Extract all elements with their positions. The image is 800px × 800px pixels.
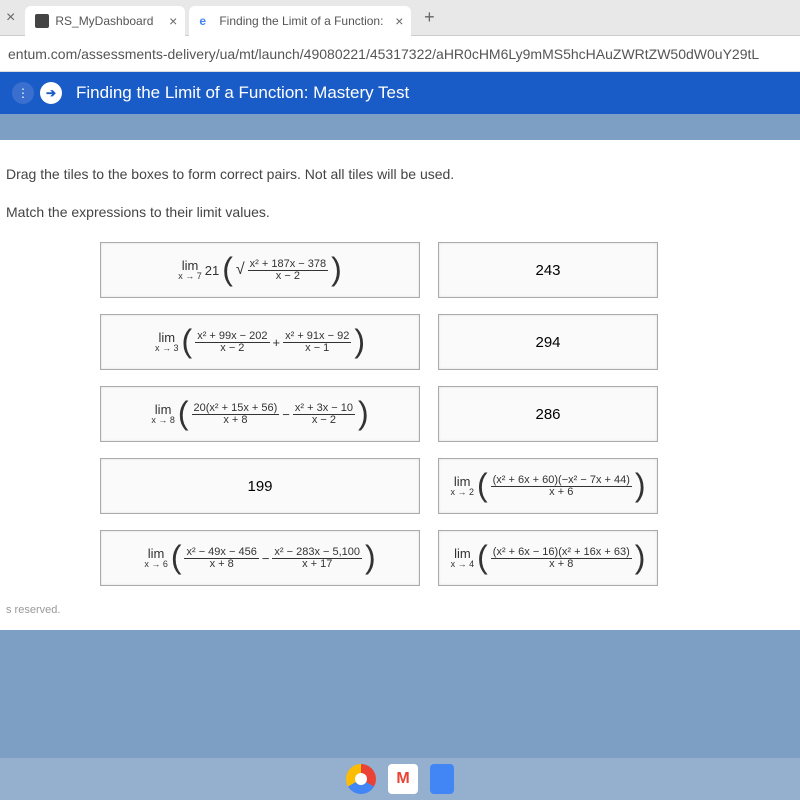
tile-row: limx → 6 ( x² − 49x − 456x + 8 − x² − 28… bbox=[20, 530, 780, 586]
url-text: entum.com/assessments-delivery/ua/mt/lau… bbox=[8, 46, 759, 62]
expression-tile[interactable]: limx → 4 ( (x² + 6x − 16)(x² + 16x + 63)… bbox=[438, 530, 658, 586]
chrome-icon[interactable] bbox=[346, 764, 376, 794]
header-nav-icon[interactable]: ➔ bbox=[40, 82, 62, 104]
instruction-primary: Drag the tiles to the boxes to form corr… bbox=[0, 166, 800, 182]
tab-label: RS_MyDashboard bbox=[55, 14, 153, 28]
tile-row: limx → 3 ( x² + 99x − 202x − 2 + x² + 91… bbox=[20, 314, 780, 370]
new-tab-button[interactable]: + bbox=[415, 4, 443, 32]
expression-tile[interactable]: limx → 7 21( √ x² + 187x − 378x − 2 ) bbox=[100, 242, 420, 298]
tab-label: Finding the Limit of a Function: bbox=[219, 14, 383, 28]
tab-favicon-icon: e bbox=[199, 14, 213, 28]
tiles-area: limx → 7 21( √ x² + 187x − 378x − 2 ) 24… bbox=[0, 242, 800, 586]
value-tile[interactable]: 243 bbox=[438, 242, 658, 298]
tile-row: limx → 7 21( √ x² + 187x − 378x − 2 ) 24… bbox=[20, 242, 780, 298]
page-title: Finding the Limit of a Function: Mastery… bbox=[76, 83, 409, 103]
browser-tab-strip: × RS_MyDashboard × e Finding the Limit o… bbox=[0, 0, 800, 36]
main-content: Drag the tiles to the boxes to form corr… bbox=[0, 140, 800, 630]
footer-text: s reserved. bbox=[0, 604, 800, 616]
tile-row: 199 limx → 2 ( (x² + 6x + 60)(−x² − 7x +… bbox=[20, 458, 780, 514]
close-icon[interactable]: × bbox=[6, 9, 15, 27]
tile-row: limx → 8 ( 20(x² + 15x + 56)x + 8 − x² +… bbox=[20, 386, 780, 442]
value-tile[interactable]: 286 bbox=[438, 386, 658, 442]
browser-tab-dashboard[interactable]: RS_MyDashboard × bbox=[25, 6, 185, 36]
browser-tab-active[interactable]: e Finding the Limit of a Function: × bbox=[189, 6, 411, 36]
expression-tile[interactable]: limx → 6 ( x² − 49x − 456x + 8 − x² − 28… bbox=[100, 530, 420, 586]
tab-favicon-icon bbox=[35, 14, 49, 28]
value-tile[interactable]: 294 bbox=[438, 314, 658, 370]
expression-tile[interactable]: limx → 2 ( (x² + 6x + 60)(−x² − 7x + 44)… bbox=[438, 458, 658, 514]
docs-icon[interactable] bbox=[430, 764, 454, 794]
expression-tile[interactable]: limx → 8 ( 20(x² + 15x + 56)x + 8 − x² +… bbox=[100, 386, 420, 442]
header-menu-icon[interactable]: ⋮ bbox=[12, 82, 34, 104]
tab-close-icon[interactable]: × bbox=[169, 13, 177, 29]
value-tile[interactable]: 199 bbox=[100, 458, 420, 514]
os-dock: M bbox=[0, 758, 800, 800]
address-bar[interactable]: entum.com/assessments-delivery/ua/mt/lau… bbox=[0, 36, 800, 72]
tab-close-icon[interactable]: × bbox=[395, 13, 403, 29]
instruction-secondary: Match the expressions to their limit val… bbox=[0, 204, 800, 220]
expression-tile[interactable]: limx → 3 ( x² + 99x − 202x − 2 + x² + 91… bbox=[100, 314, 420, 370]
gmail-icon[interactable]: M bbox=[388, 764, 418, 794]
page-header: ⋮ ➔ Finding the Limit of a Function: Mas… bbox=[0, 72, 800, 114]
